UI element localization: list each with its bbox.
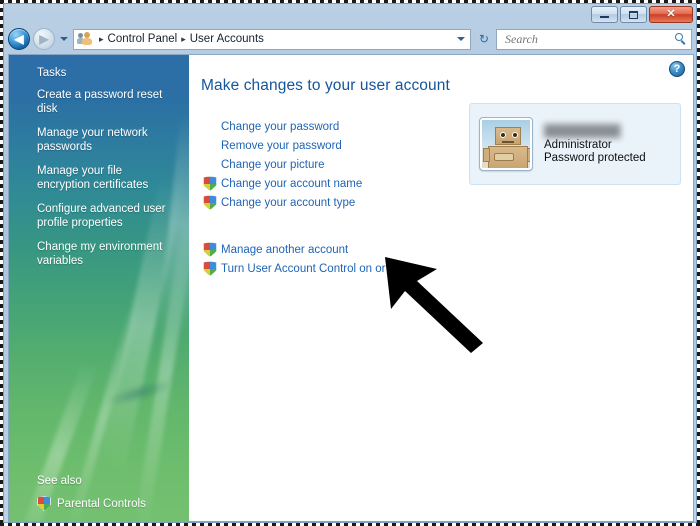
maximize-button[interactable] — [620, 6, 647, 23]
recent-pages-dropdown[interactable] — [58, 28, 70, 50]
uac-shield-icon — [203, 176, 217, 191]
forward-button[interactable]: ▶ — [33, 28, 55, 50]
uac-shield-icon — [203, 242, 217, 257]
screenshot-root: ✕ ◀ ▶ ▸ Control Panel ▸ User Accounts ↻ … — [0, 0, 700, 526]
account-user-name: █████████ — [544, 124, 621, 138]
sidebar-item-manage-file-encryption-certificates[interactable]: Manage your file encryption certificates — [37, 165, 177, 192]
link-manage-another-account[interactable]: Manage another account — [199, 240, 401, 259]
explorer-window: ✕ ◀ ▶ ▸ Control Panel ▸ User Accounts ↻ … — [3, 3, 697, 523]
account-details: █████████ Administrator Password protect… — [544, 124, 646, 164]
shield-slot — [199, 195, 221, 210]
minimize-icon — [600, 16, 609, 18]
uac-shield-icon — [203, 261, 217, 276]
help-icon: ? — [673, 62, 681, 75]
forward-arrow-icon: ▶ — [39, 32, 49, 46]
breadcrumb-item-user-accounts[interactable]: User Accounts — [190, 33, 264, 45]
caption-button-group: ✕ — [591, 6, 693, 23]
title-bar: ✕ — [4, 4, 696, 26]
search-icon — [674, 32, 688, 46]
shield-slot — [199, 261, 221, 276]
main-content: ? Make changes to your user account Chan… — [189, 55, 693, 521]
link-change-your-account-type[interactable]: Change your account type — [199, 193, 362, 212]
back-arrow-icon: ◀ — [14, 32, 24, 46]
breadcrumb-separator-0: ▸ — [99, 33, 104, 44]
uac-shield-icon — [203, 195, 217, 210]
account-role: Administrator — [544, 139, 612, 151]
link-label: Change your account type — [221, 196, 356, 209]
shield-slot — [199, 176, 221, 191]
sidebar-item-manage-network-passwords[interactable]: Manage your network passwords — [37, 127, 177, 154]
breadcrumb-item-control-panel[interactable]: Control Panel — [108, 33, 178, 45]
link-change-your-password[interactable]: Change your password — [199, 117, 362, 136]
link-change-your-picture[interactable]: Change your picture — [199, 155, 362, 174]
link-label: Turn User Account Control on or off — [221, 262, 402, 275]
sidebar-item-create-password-reset-disk[interactable]: Create a password reset disk — [37, 89, 177, 116]
tasks-list: Tasks Create a password reset disk Manag… — [9, 55, 189, 268]
parental-controls-shield-icon — [37, 496, 51, 511]
see-also-section: See also Parental Controls — [9, 475, 189, 511]
breadcrumb-separator-1: ▸ — [181, 33, 186, 44]
minimize-button[interactable] — [591, 6, 618, 23]
parental-controls-label: Parental Controls — [57, 497, 146, 510]
account-picture-avatar[interactable] — [479, 117, 533, 171]
link-label: Change your password — [221, 120, 340, 133]
refresh-button[interactable]: ↻ — [474, 28, 493, 50]
link-label: Manage another account — [221, 243, 349, 256]
address-toolbar: ◀ ▶ ▸ Control Panel ▸ User Accounts ↻ Se… — [8, 26, 692, 52]
sidebar-item-configure-advanced-user-profile-properties[interactable]: Configure advanced user profile properti… — [37, 203, 177, 230]
link-remove-your-password[interactable]: Remove your password — [199, 136, 362, 155]
see-also-heading: See also — [37, 475, 82, 487]
close-button[interactable]: ✕ — [649, 6, 693, 23]
link-label: Remove your password — [221, 139, 342, 152]
breadcrumb[interactable]: ▸ Control Panel ▸ User Accounts — [73, 28, 471, 50]
search-input[interactable] — [503, 30, 674, 48]
help-button[interactable]: ? — [669, 61, 685, 77]
link-change-your-account-name[interactable]: Change your account name — [199, 174, 362, 193]
refresh-icon: ↻ — [478, 32, 490, 46]
shield-slot — [199, 242, 221, 257]
sidebar-item-parental-controls[interactable]: Parental Controls — [37, 496, 179, 511]
back-button[interactable]: ◀ — [8, 28, 30, 50]
search-box[interactable] — [496, 28, 692, 50]
chevron-down-icon — [457, 37, 465, 41]
user-accounts-icon — [77, 31, 93, 47]
secondary-task-links: Manage another account Turn User Account… — [199, 240, 401, 278]
chevron-down-icon — [60, 37, 68, 41]
page-title: Make changes to your user account — [201, 77, 450, 94]
link-label: Change your picture — [221, 158, 325, 171]
maximize-icon — [629, 10, 638, 19]
primary-task-links: Change your password Remove your passwor… — [199, 117, 362, 212]
link-turn-user-account-control-on-or-off[interactable]: Turn User Account Control on or off — [199, 259, 401, 278]
account-password-status: Password protected — [544, 152, 646, 164]
tasks-heading: Tasks — [37, 67, 67, 79]
close-icon: ✕ — [666, 8, 676, 20]
current-account-card: █████████ Administrator Password protect… — [469, 103, 681, 185]
sidebar-item-change-environment-variables[interactable]: Change my environment variables — [37, 241, 177, 268]
client-area: Tasks Create a password reset disk Manag… — [8, 54, 694, 522]
link-label: Change your account name — [221, 177, 363, 190]
breadcrumb-dropdown-button[interactable] — [454, 30, 468, 49]
tasks-sidebar: Tasks Create a password reset disk Manag… — [9, 55, 189, 521]
